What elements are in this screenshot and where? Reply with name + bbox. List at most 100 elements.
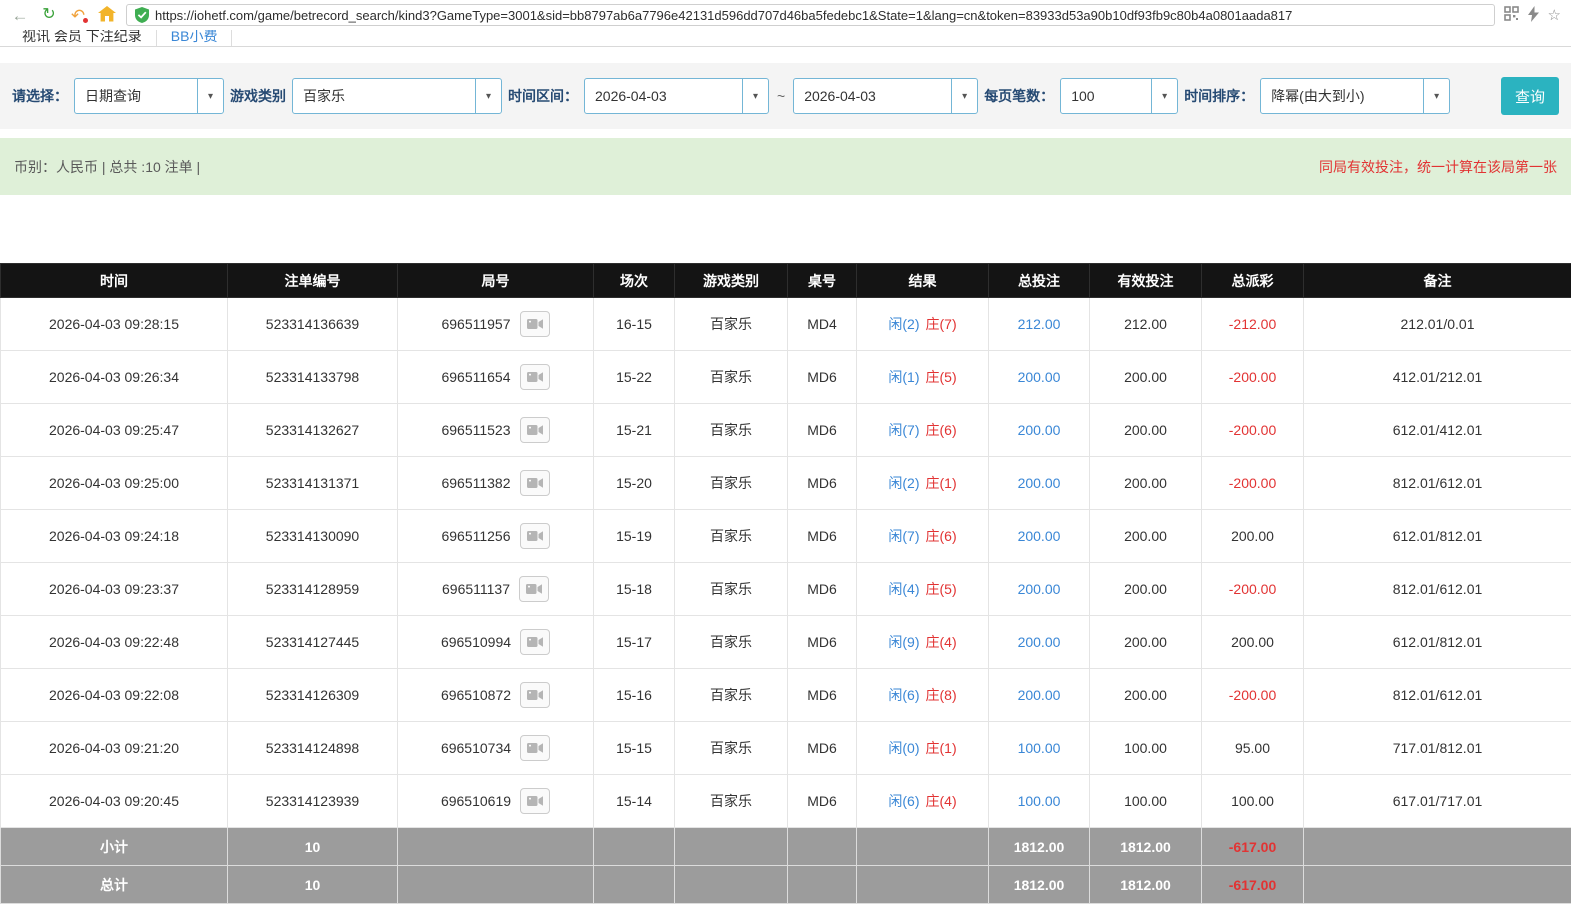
total-bet-link[interactable]: 200.00 xyxy=(1018,475,1061,491)
video-replay-button[interactable] xyxy=(519,311,550,337)
cell-remark: 617.01/717.01 xyxy=(1303,774,1571,828)
cell-bet-number: 523314136639 xyxy=(227,297,398,351)
cell-time: 2026-04-03 09:23:37 xyxy=(0,562,228,616)
round-number-text: 696511382 xyxy=(441,475,511,491)
video-icon xyxy=(526,425,543,435)
per-page-select[interactable]: 100 ▾ xyxy=(1060,78,1179,114)
date-to-select[interactable]: 2026-04-03 ▾ xyxy=(793,78,979,114)
cell-payout: 95.00 xyxy=(1201,721,1304,775)
total-bet-link[interactable]: 200.00 xyxy=(1018,634,1061,650)
table-body: 2026-04-03 09:28:15 523314136639 6965119… xyxy=(0,297,1571,828)
table-foot: 小计 10 1812.00 1812.00 -617.00 总计 10 1812… xyxy=(0,827,1571,904)
cell-result: 闲(6) 庄(8) xyxy=(856,668,989,722)
cell-empty xyxy=(1303,827,1571,866)
cell-valid-bet: 200.00 xyxy=(1089,562,1202,616)
cell-session: 15-15 xyxy=(593,721,675,775)
cell-game-type: 百家乐 xyxy=(674,403,788,457)
table-row: 2026-04-03 09:21:20 523314124898 6965107… xyxy=(0,721,1571,775)
date-to-value: 2026-04-03 xyxy=(804,88,876,104)
home-icon[interactable] xyxy=(97,5,117,25)
total-bet-link[interactable]: 100.00 xyxy=(1018,740,1061,756)
tab-bb-tip[interactable]: BB小费 xyxy=(157,30,233,46)
date-from-select[interactable]: 2026-04-03 ▾ xyxy=(584,78,769,114)
total-bet-link[interactable]: 200.00 xyxy=(1018,528,1061,544)
cell-remark: 812.01/612.01 xyxy=(1303,668,1571,722)
back-icon[interactable]: ← xyxy=(10,7,30,24)
filter-bar: 请选择： 日期查询 ▾ 游戏类别 百家乐 ▾ 时间区间： 2026-04-03 … xyxy=(0,63,1571,129)
video-replay-button[interactable] xyxy=(519,364,550,390)
video-replay-button[interactable] xyxy=(520,735,551,761)
cell-empty xyxy=(674,865,788,904)
per-page-label: 每页笔数： xyxy=(984,88,1055,104)
table-head: 时间 注单编号 局号 场次 游戏类别 桌号 结果 总投注 有效投注 总派彩 备注 xyxy=(0,263,1571,298)
result-banker: 庄(7) xyxy=(925,316,957,332)
cell-total-bet: 200.00 xyxy=(988,615,1090,669)
lightning-icon[interactable] xyxy=(1527,5,1539,25)
cell-payout: -200.00 xyxy=(1201,456,1304,510)
total-bet-link[interactable]: 212.00 xyxy=(1018,316,1061,332)
video-icon xyxy=(526,478,543,488)
video-replay-button[interactable] xyxy=(520,788,551,814)
cell-session: 15-16 xyxy=(593,668,675,722)
column-header: 结果 xyxy=(856,263,989,298)
total-count: 10 xyxy=(227,865,398,904)
cell-bet-number: 523314130090 xyxy=(227,509,398,563)
date-range-separator: ~ xyxy=(777,88,786,104)
cell-session: 15-22 xyxy=(593,350,675,404)
cell-valid-bet: 200.00 xyxy=(1089,509,1202,563)
total-bet-link[interactable]: 200.00 xyxy=(1018,422,1061,438)
round-number-text: 696511256 xyxy=(441,528,511,544)
cell-total-bet: 200.00 xyxy=(988,350,1090,404)
total-bet-link[interactable]: 200.00 xyxy=(1018,581,1061,597)
per-page-value: 100 xyxy=(1071,88,1095,104)
summary-notice-text: 同局有效投注，统一计算在该局第一张 xyxy=(1319,158,1557,175)
currency-total-text: 币别：人民币 | 总共 :10 注单 | xyxy=(14,158,201,175)
sort-label: 时间排序： xyxy=(1184,88,1255,104)
total-bet-link[interactable]: 100.00 xyxy=(1018,793,1061,809)
table-row: 2026-04-03 09:23:37 523314128959 6965111… xyxy=(0,562,1571,616)
cell-total-bet: 212.00 xyxy=(988,297,1090,351)
tab-bet-records[interactable]: 视讯 会员 下注纪录 xyxy=(8,30,157,46)
cell-total-bet: 200.00 xyxy=(988,509,1090,563)
subtotal-payout: -617.00 xyxy=(1201,827,1304,866)
round-number-text: 696511523 xyxy=(441,422,511,438)
cell-payout: -200.00 xyxy=(1201,668,1304,722)
cell-payout: -200.00 xyxy=(1201,562,1304,616)
video-replay-button[interactable] xyxy=(519,470,550,496)
refresh-icon[interactable]: ↻ xyxy=(39,7,59,23)
total-label: 总计 xyxy=(0,865,228,904)
cell-valid-bet: 212.00 xyxy=(1089,297,1202,351)
video-replay-button[interactable] xyxy=(519,417,550,443)
cell-round-number: 696510872 xyxy=(397,668,594,722)
table-row: 2026-04-03 09:22:48 523314127445 6965109… xyxy=(0,615,1571,669)
result-player: 闲(2) xyxy=(888,316,920,332)
cell-time: 2026-04-03 09:22:48 xyxy=(0,615,228,669)
column-header: 有效投注 xyxy=(1089,263,1202,298)
table-row: 2026-04-03 09:26:34 523314133798 6965116… xyxy=(0,350,1571,404)
game-type-select[interactable]: 百家乐 ▾ xyxy=(292,78,502,114)
cell-result: 闲(7) 庄(6) xyxy=(856,403,989,457)
qr-code-icon[interactable] xyxy=(1503,6,1519,24)
video-replay-button[interactable] xyxy=(520,629,551,655)
search-button[interactable]: 查询 xyxy=(1501,77,1559,115)
select-label: 请选择： xyxy=(12,88,68,104)
cell-valid-bet: 100.00 xyxy=(1089,721,1202,775)
column-header: 局号 xyxy=(397,263,594,298)
cell-session: 15-21 xyxy=(593,403,675,457)
result-banker: 庄(8) xyxy=(925,687,957,703)
cell-table-number: MD6 xyxy=(787,774,857,828)
bookmark-star-icon[interactable]: ☆ xyxy=(1548,8,1561,23)
date-query-select[interactable]: 日期查询 ▾ xyxy=(74,78,224,114)
video-replay-button[interactable] xyxy=(519,523,550,549)
cell-valid-bet: 200.00 xyxy=(1089,350,1202,404)
sort-select[interactable]: 降幂(由大到小) ▾ xyxy=(1260,78,1451,114)
undo-icon[interactable]: ↶ xyxy=(68,7,88,24)
round-number-text: 696510734 xyxy=(440,740,512,756)
cell-game-type: 百家乐 xyxy=(674,456,788,510)
video-replay-button[interactable] xyxy=(520,682,551,708)
video-replay-button[interactable] xyxy=(519,576,549,602)
total-bet-link[interactable]: 200.00 xyxy=(1018,687,1061,703)
subtotal-count: 10 xyxy=(227,827,398,866)
address-bar[interactable]: https://iohetf.com/game/betrecord_search… xyxy=(126,4,1495,26)
total-bet-link[interactable]: 200.00 xyxy=(1018,369,1061,385)
